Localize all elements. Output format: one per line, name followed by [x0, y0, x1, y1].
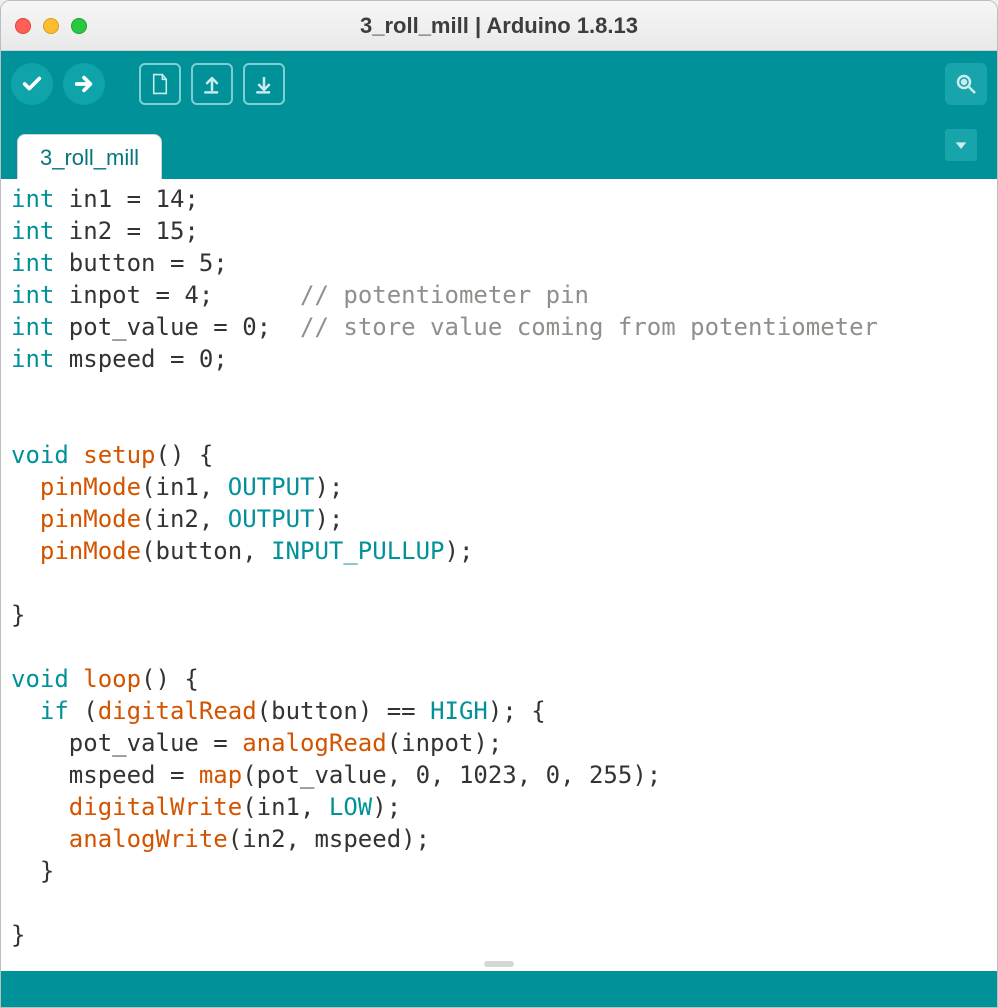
check-icon: [21, 73, 43, 95]
window-controls: [15, 18, 87, 34]
verify-button[interactable]: [11, 63, 53, 105]
arrow-up-icon: [202, 73, 222, 95]
zoom-window-button[interactable]: [71, 18, 87, 34]
code-line[interactable]: digitalWrite(in1, LOW);: [11, 791, 989, 823]
chevron-down-icon: [953, 137, 969, 153]
close-window-button[interactable]: [15, 18, 31, 34]
code-line[interactable]: analogWrite(in2, mspeed);: [11, 823, 989, 855]
code-line[interactable]: pot_value = analogRead(inpot);: [11, 727, 989, 759]
code-line[interactable]: [11, 375, 989, 407]
code-line[interactable]: }: [11, 919, 989, 951]
window-title: 3_roll_mill | Arduino 1.8.13: [1, 13, 997, 39]
file-icon: [150, 73, 170, 95]
status-bar: [1, 971, 997, 1007]
titlebar: 3_roll_mill | Arduino 1.8.13: [1, 1, 997, 51]
code-line[interactable]: int in2 = 15;: [11, 215, 989, 247]
tab-menu-button[interactable]: [945, 129, 977, 161]
code-line[interactable]: int in1 = 14;: [11, 183, 989, 215]
toolbar: [1, 51, 997, 117]
code-line[interactable]: int button = 5;: [11, 247, 989, 279]
code-line[interactable]: void loop() {: [11, 663, 989, 695]
app-window: 3_roll_mill | Arduino 1.8.13 3_roll_mill: [0, 0, 998, 1008]
code-line[interactable]: [11, 567, 989, 599]
serial-monitor-button[interactable]: [945, 63, 987, 105]
code-line[interactable]: [11, 887, 989, 919]
resize-grip[interactable]: [1, 957, 997, 971]
code-line[interactable]: int inpot = 4; // potentiometer pin: [11, 279, 989, 311]
code-line[interactable]: int pot_value = 0; // store value coming…: [11, 311, 989, 343]
tab-bar: 3_roll_mill: [1, 117, 997, 179]
code-line[interactable]: pinMode(button, INPUT_PULLUP);: [11, 535, 989, 567]
code-line[interactable]: }: [11, 855, 989, 887]
arrow-right-icon: [73, 73, 95, 95]
code-line[interactable]: }: [11, 599, 989, 631]
code-line[interactable]: [11, 631, 989, 663]
upload-button[interactable]: [63, 63, 105, 105]
code-line[interactable]: [11, 407, 989, 439]
code-line[interactable]: mspeed = map(pot_value, 0, 1023, 0, 255)…: [11, 759, 989, 791]
code-line[interactable]: void setup() {: [11, 439, 989, 471]
arrow-down-icon: [254, 73, 274, 95]
grip-icon: [484, 961, 514, 967]
code-editor[interactable]: int in1 = 14;int in2 = 15;int button = 5…: [1, 179, 997, 957]
sketch-tab-label: 3_roll_mill: [40, 145, 139, 170]
open-sketch-button[interactable]: [191, 63, 233, 105]
code-line[interactable]: int mspeed = 0;: [11, 343, 989, 375]
save-sketch-button[interactable]: [243, 63, 285, 105]
code-line[interactable]: pinMode(in1, OUTPUT);: [11, 471, 989, 503]
sketch-tab[interactable]: 3_roll_mill: [17, 134, 162, 179]
code-line[interactable]: pinMode(in2, OUTPUT);: [11, 503, 989, 535]
code-line[interactable]: if (digitalRead(button) == HIGH); {: [11, 695, 989, 727]
minimize-window-button[interactable]: [43, 18, 59, 34]
serial-monitor-icon: [954, 72, 978, 96]
new-sketch-button[interactable]: [139, 63, 181, 105]
